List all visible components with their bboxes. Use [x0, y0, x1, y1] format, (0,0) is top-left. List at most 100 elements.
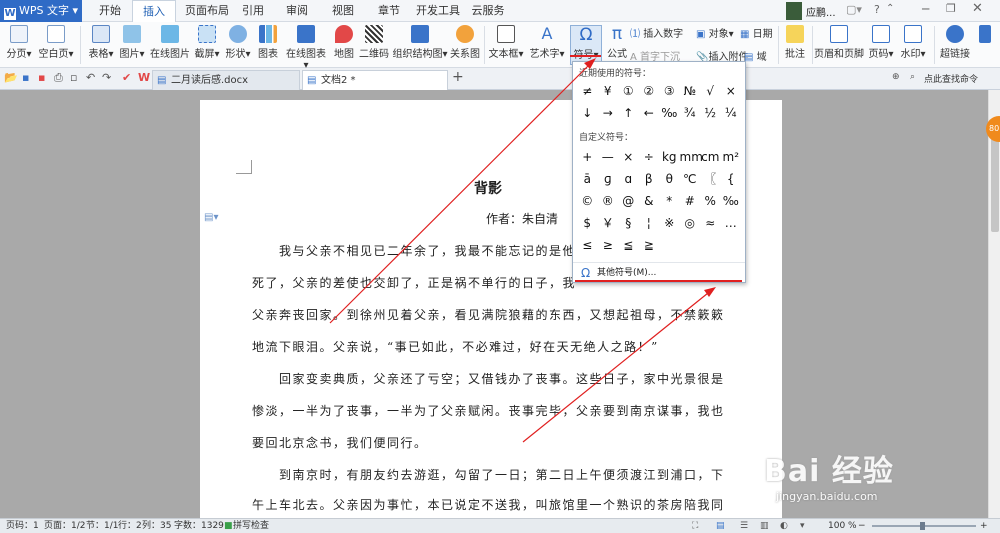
zoom-out-icon[interactable]: −: [858, 519, 866, 533]
symbol-cell[interactable]: §: [618, 212, 639, 234]
close-icon[interactable]: ✕: [972, 1, 983, 16]
symbol-cell[interactable]: ¦: [639, 212, 660, 234]
symbol-cell[interactable]: ℃: [680, 168, 701, 190]
formula-button[interactable]: π 公式: [604, 25, 630, 65]
symbol-cell[interactable]: ≥: [598, 234, 619, 256]
web-view-icon[interactable]: ◐: [780, 519, 788, 533]
print-preview-icon[interactable]: ▫: [70, 71, 77, 84]
export-pdf-icon[interactable]: ▪: [38, 71, 45, 84]
avatar[interactable]: [786, 2, 802, 20]
outline-view-icon[interactable]: ☰: [740, 519, 748, 533]
fullscreen-icon[interactable]: ⛶: [692, 519, 698, 533]
symbol-cell[interactable]: ɑ: [618, 168, 639, 190]
page-number-button[interactable]: 页码▾: [866, 25, 896, 65]
symbol-cell[interactable]: ÷: [639, 146, 660, 168]
symbol-cell[interactable]: &: [639, 190, 660, 212]
zoom-slider[interactable]: [872, 522, 976, 530]
symbol-cell[interactable]: ①: [618, 80, 639, 102]
online-picture-button[interactable]: 在线图片: [150, 25, 190, 65]
symbol-cell[interactable]: ®: [598, 190, 619, 212]
header-footer-button[interactable]: 页眉和页脚: [814, 25, 864, 65]
hyperlink-button[interactable]: 超链接: [938, 25, 972, 65]
tab-view[interactable]: 视图: [326, 0, 360, 22]
symbol-cell[interactable]: *: [659, 190, 680, 212]
symbol-cell[interactable]: ≦: [618, 234, 639, 256]
app-menu-button[interactable]: W WPS 文字 ▾: [0, 0, 82, 22]
status-spell[interactable]: 拼写检查: [233, 519, 269, 533]
comment-button[interactable]: 批注: [782, 25, 808, 65]
relation-chart-button[interactable]: 关系图: [450, 25, 480, 65]
symbol-cell[interactable]: ≈: [700, 212, 721, 234]
symbol-cell[interactable]: ※: [659, 212, 680, 234]
undo-icon[interactable]: ↶: [86, 71, 95, 84]
tab-chapter[interactable]: 章节: [372, 0, 406, 22]
tab-insert[interactable]: 插入: [132, 0, 176, 22]
symbol-cell[interactable]: ‰: [659, 102, 680, 124]
textbox-button[interactable]: 文本框▾: [488, 25, 524, 65]
tab-review[interactable]: 审阅: [280, 0, 314, 22]
command-search[interactable]: 点此查找命令: [924, 72, 978, 85]
restore-icon[interactable]: ❐: [946, 2, 956, 15]
symbol-cell[interactable]: ◎: [680, 212, 701, 234]
symbol-cell[interactable]: $: [577, 212, 598, 234]
insert-attachment-button[interactable]: 📎插入附件: [696, 48, 750, 63]
zoom-in-icon[interactable]: +: [980, 519, 988, 533]
tab-page-layout[interactable]: 页面布局: [178, 0, 236, 22]
symbol-cell[interactable]: ≠: [577, 80, 598, 102]
symbol-cell[interactable]: mm: [680, 146, 703, 168]
symbol-cell[interactable]: ½: [700, 102, 721, 124]
insert-number-button[interactable]: ⑴ 插入数字: [630, 25, 692, 40]
org-chart-button[interactable]: 组织结构图▾: [392, 25, 448, 65]
symbol-button[interactable]: Ω 符号▾: [570, 25, 602, 65]
symbol-cell[interactable]: m²: [721, 146, 742, 168]
tab-home[interactable]: 开始: [88, 0, 132, 22]
paragraph-layout-icon[interactable]: ▤▾: [204, 212, 218, 223]
symbol-cell[interactable]: β: [639, 168, 660, 190]
page-break-button[interactable]: 分页▾: [4, 25, 34, 65]
symbol-cell[interactable]: ≧: [639, 234, 660, 256]
doc-tab[interactable]: ▤ 二月读后感.docx: [152, 70, 300, 90]
symbol-cell[interactable]: ←: [639, 102, 660, 124]
tab-references[interactable]: 引用: [236, 0, 270, 22]
status-words[interactable]: 字数：1329: [174, 519, 224, 533]
symbol-cell[interactable]: ×: [721, 80, 742, 102]
minimize-icon[interactable]: ─: [922, 2, 929, 16]
doc-tab[interactable]: ▤ 文档2 *: [302, 70, 448, 90]
help-icon[interactable]: ?: [874, 3, 880, 16]
symbol-cell[interactable]: ≤: [577, 234, 598, 256]
symbol-cell[interactable]: {: [721, 168, 742, 190]
symbol-cell[interactable]: ×: [618, 146, 639, 168]
map-button[interactable]: 地图: [332, 25, 356, 65]
watermark-button[interactable]: 水印▾: [898, 25, 928, 65]
symbol-cell[interactable]: kg: [659, 146, 680, 168]
date-button[interactable]: ▦ 日期: [740, 25, 776, 40]
symbol-cell[interactable]: ɡ: [598, 168, 619, 190]
new-tab-button[interactable]: +: [452, 69, 464, 85]
search-icon[interactable]: ⌕: [910, 72, 915, 82]
user-name[interactable]: 应鹏...: [806, 4, 836, 19]
vertical-scrollbar[interactable]: [988, 90, 1000, 518]
tab-developer[interactable]: 开发工具: [414, 0, 462, 22]
symbol-cell[interactable]: #: [680, 190, 701, 212]
qrcode-button[interactable]: 二维码: [358, 25, 390, 65]
object-button[interactable]: ▣ 对象▾: [696, 25, 746, 40]
symbol-cell[interactable]: …: [721, 212, 742, 234]
field-button[interactable]: ▤ 域: [744, 48, 772, 63]
customize-icon[interactable]: ✔: [122, 71, 131, 84]
symbol-cell[interactable]: ¾: [680, 102, 701, 124]
symbol-cell[interactable]: ‰: [721, 190, 742, 212]
symbol-cell[interactable]: ￥: [598, 212, 619, 234]
table-button[interactable]: 表格▾: [86, 25, 116, 65]
redo-icon[interactable]: ↷: [102, 71, 111, 84]
symbol-cell[interactable]: ā: [577, 168, 598, 190]
symbol-cell[interactable]: @: [618, 190, 639, 212]
dropcap-button[interactable]: A 首字下沉: [630, 48, 692, 63]
symbol-cell[interactable]: №: [680, 80, 701, 102]
symbol-cell[interactable]: θ: [659, 168, 680, 190]
chart-button[interactable]: 图表: [256, 25, 280, 65]
page-view-icon[interactable]: ▤: [716, 519, 725, 533]
symbol-cell[interactable]: cm: [700, 146, 721, 168]
screenshot-button[interactable]: 截屏▾: [194, 25, 220, 65]
symbol-cell[interactable]: ↓: [577, 102, 598, 124]
picture-button[interactable]: 图片▾: [118, 25, 146, 65]
